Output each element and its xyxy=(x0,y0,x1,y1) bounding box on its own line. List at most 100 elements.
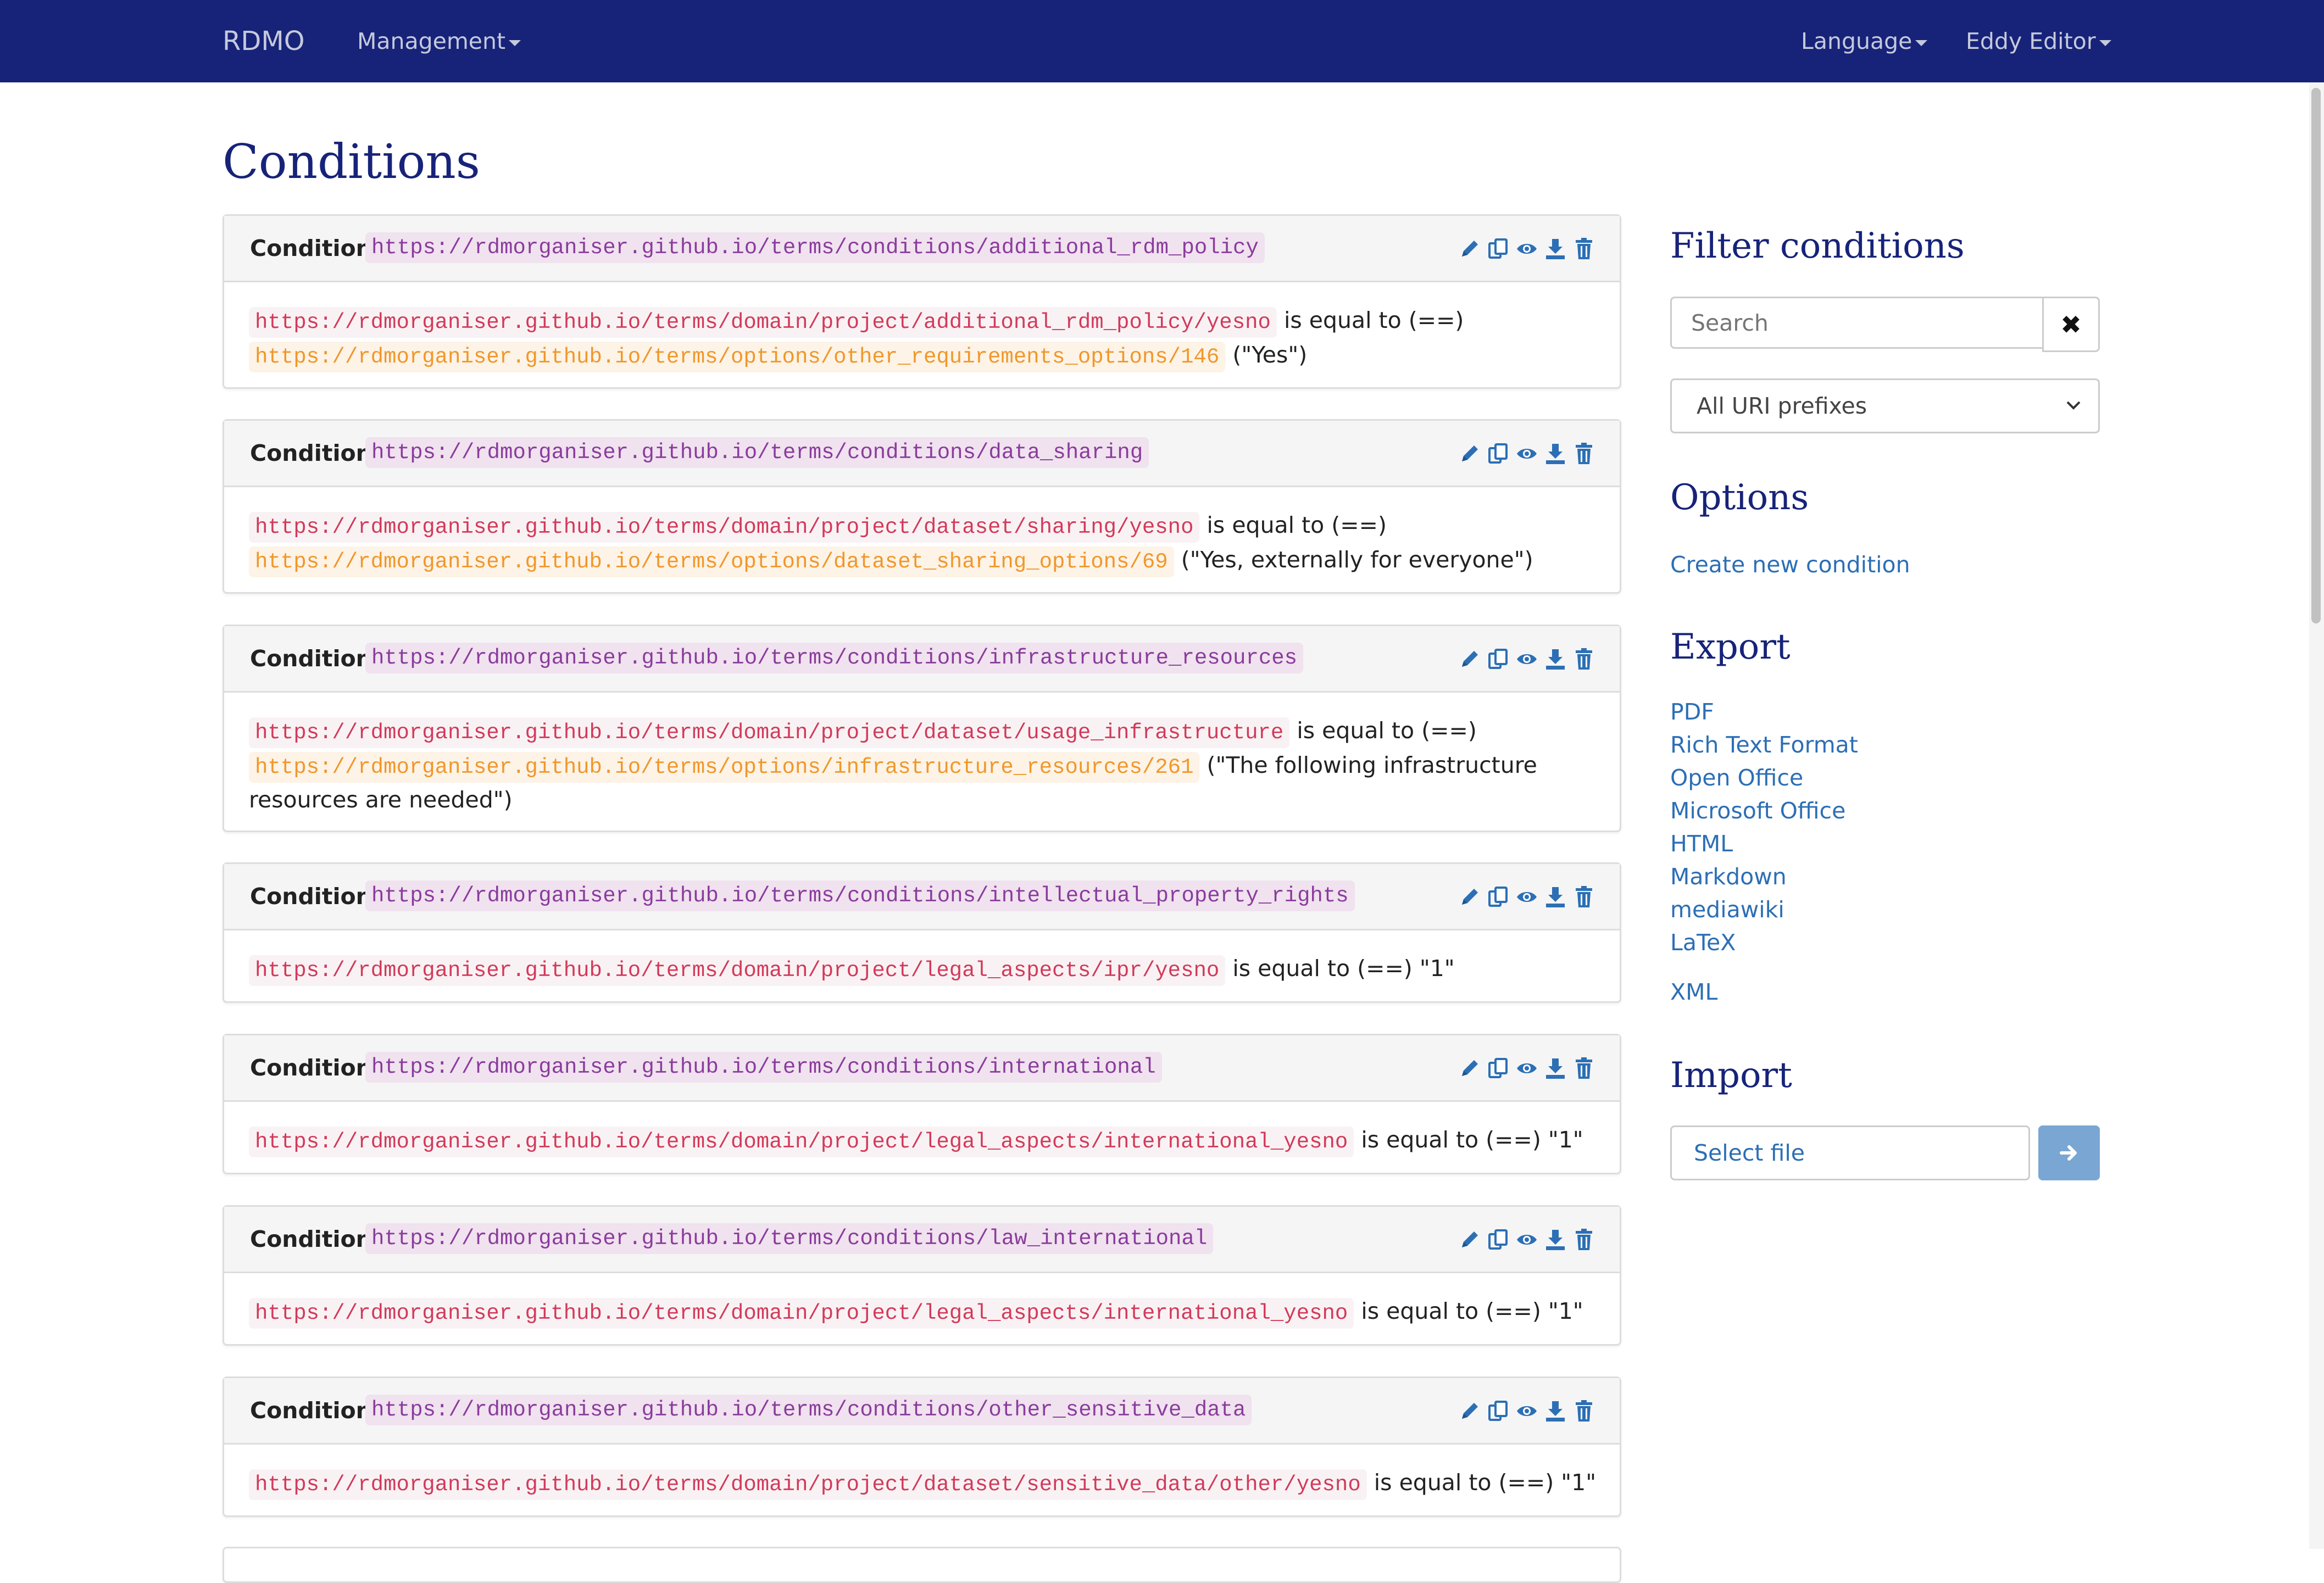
copy-button[interactable] xyxy=(1487,647,1509,675)
target-text: ("Yes") xyxy=(1232,342,1308,368)
copy-button[interactable] xyxy=(1487,885,1509,912)
clear-search-button[interactable]: ✖ xyxy=(2042,297,2100,352)
eye-button[interactable] xyxy=(1516,237,1538,264)
download-icon xyxy=(1546,444,1565,464)
trash-button[interactable] xyxy=(1573,1228,1595,1255)
condition-card xyxy=(223,1547,1621,1583)
eye-icon xyxy=(1517,449,1537,459)
download-button[interactable] xyxy=(1544,647,1566,675)
trash-button[interactable] xyxy=(1573,1399,1595,1426)
eye-icon xyxy=(1517,892,1537,902)
brand-logo[interactable]: RDMO xyxy=(223,21,305,62)
source-attribute: https://rdmorganiser.github.io/terms/dom… xyxy=(249,955,1226,986)
target-option: https://rdmorganiser.github.io/terms/opt… xyxy=(249,342,1226,372)
download-button[interactable] xyxy=(1544,885,1566,912)
condition-card-header: Condition https://rdmorganiser.github.io… xyxy=(224,1035,1620,1102)
download-icon xyxy=(1546,1230,1565,1250)
export-xml-link[interactable]: XML xyxy=(1670,976,1717,1008)
condition-card-body: https://rdmorganiser.github.io/terms/dom… xyxy=(224,693,1620,832)
condition-card: Condition https://rdmorganiser.github.io… xyxy=(223,862,1621,1003)
copy-button[interactable] xyxy=(1487,1228,1509,1255)
export-odt-link[interactable]: Open Office xyxy=(1670,761,1803,794)
pencil-icon xyxy=(1462,889,1478,905)
copy-button[interactable] xyxy=(1487,442,1509,469)
export-pdf-link[interactable]: PDF xyxy=(1670,695,1714,728)
management-menu[interactable]: Management xyxy=(357,21,521,62)
caret-down-icon xyxy=(509,40,521,46)
trash-button[interactable] xyxy=(1573,885,1595,912)
search-input[interactable] xyxy=(1670,297,2044,349)
pencil-icon xyxy=(1462,651,1478,667)
eye-button[interactable] xyxy=(1516,442,1538,469)
download-button[interactable] xyxy=(1544,237,1566,264)
relation-text: is equal to (==) "1" xyxy=(1361,1127,1583,1153)
copy-button[interactable] xyxy=(1487,1056,1509,1084)
select-file-input[interactable]: Select file xyxy=(1670,1125,2030,1180)
condition-card-body: https://rdmorganiser.github.io/terms/dom… xyxy=(224,487,1620,593)
condition-card-header: Condition https://rdmorganiser.github.io… xyxy=(224,421,1620,487)
create-new-condition-link[interactable]: Create new condition xyxy=(1670,548,1910,581)
pencil-button[interactable] xyxy=(1459,885,1481,912)
download-button[interactable] xyxy=(1544,1399,1566,1426)
condition-card: Condition https://rdmorganiser.github.io… xyxy=(223,625,1621,832)
trash-icon xyxy=(1576,1400,1592,1422)
export-rtf-link[interactable]: Rich Text Format xyxy=(1670,728,1858,761)
download-button[interactable] xyxy=(1544,1228,1566,1255)
condition-label: Condition xyxy=(250,1226,372,1252)
download-icon xyxy=(1546,239,1565,259)
select-file-label: Select file xyxy=(1694,1140,1805,1166)
condition-label: Condition xyxy=(250,1397,372,1424)
close-icon: ✖ xyxy=(2060,309,2082,339)
export-mediawiki-link[interactable]: mediawiki xyxy=(1670,893,1784,926)
download-button[interactable] xyxy=(1544,442,1566,469)
trash-button[interactable] xyxy=(1573,237,1595,264)
condition-card-header: Condition https://rdmorganiser.github.io… xyxy=(224,216,1620,282)
pencil-button[interactable] xyxy=(1459,237,1481,264)
eye-button[interactable] xyxy=(1516,1228,1538,1255)
copy-icon xyxy=(1488,443,1508,464)
copy-button[interactable] xyxy=(1487,1399,1509,1426)
source-attribute: https://rdmorganiser.github.io/terms/dom… xyxy=(249,1298,1354,1329)
language-menu[interactable]: Language xyxy=(1801,21,1928,62)
uri-prefix-select[interactable]: All URI prefixes xyxy=(1670,378,2100,433)
eye-button[interactable] xyxy=(1516,1399,1538,1426)
pencil-button[interactable] xyxy=(1459,647,1481,675)
export-html-link[interactable]: HTML xyxy=(1670,827,1733,860)
eye-button[interactable] xyxy=(1516,647,1538,675)
eye-icon xyxy=(1517,1063,1537,1073)
eye-button[interactable] xyxy=(1516,1056,1538,1084)
pencil-button[interactable] xyxy=(1459,442,1481,469)
copy-button[interactable] xyxy=(1487,237,1509,264)
eye-button[interactable] xyxy=(1516,885,1538,912)
relation-text: is equal to (==) "1" xyxy=(1232,955,1455,982)
trash-icon xyxy=(1576,886,1592,907)
user-menu[interactable]: Eddy Editor xyxy=(1966,21,2111,62)
condition-uri: https://rdmorganiser.github.io/terms/con… xyxy=(365,880,1355,911)
scrollbar-thumb[interactable] xyxy=(2311,88,2321,623)
copy-icon xyxy=(1488,887,1508,907)
source-attribute: https://rdmorganiser.github.io/terms/dom… xyxy=(249,1127,1354,1157)
eye-icon xyxy=(1517,1406,1537,1416)
condition-card-body: https://rdmorganiser.github.io/terms/dom… xyxy=(224,1445,1620,1515)
download-button[interactable] xyxy=(1544,1056,1566,1084)
condition-card: Condition https://rdmorganiser.github.io… xyxy=(223,1205,1621,1346)
copy-icon xyxy=(1488,1058,1508,1078)
export-docx-link[interactable]: Microsoft Office xyxy=(1670,794,1845,827)
pencil-button[interactable] xyxy=(1459,1399,1481,1426)
condition-actions xyxy=(1459,1056,1595,1084)
condition-card-body: https://rdmorganiser.github.io/terms/dom… xyxy=(224,930,1620,1001)
trash-button[interactable] xyxy=(1573,1056,1595,1084)
import-title: Import xyxy=(1670,1055,1792,1096)
export-markdown-link[interactable]: Markdown xyxy=(1670,860,1787,893)
pencil-button[interactable] xyxy=(1459,1228,1481,1255)
export-latex-link[interactable]: LaTeX xyxy=(1670,926,1736,959)
uri-prefix-selected: All URI prefixes xyxy=(1697,393,1867,419)
source-attribute: https://rdmorganiser.github.io/terms/dom… xyxy=(249,717,1290,748)
trash-button[interactable] xyxy=(1573,647,1595,675)
relation-text: is equal to (==) "1" xyxy=(1374,1469,1597,1496)
trash-button[interactable] xyxy=(1573,442,1595,469)
import-submit-button[interactable] xyxy=(2038,1125,2100,1180)
condition-uri: https://rdmorganiser.github.io/terms/con… xyxy=(365,1052,1162,1083)
caret-down-icon xyxy=(1915,40,1928,46)
pencil-button[interactable] xyxy=(1459,1056,1481,1084)
